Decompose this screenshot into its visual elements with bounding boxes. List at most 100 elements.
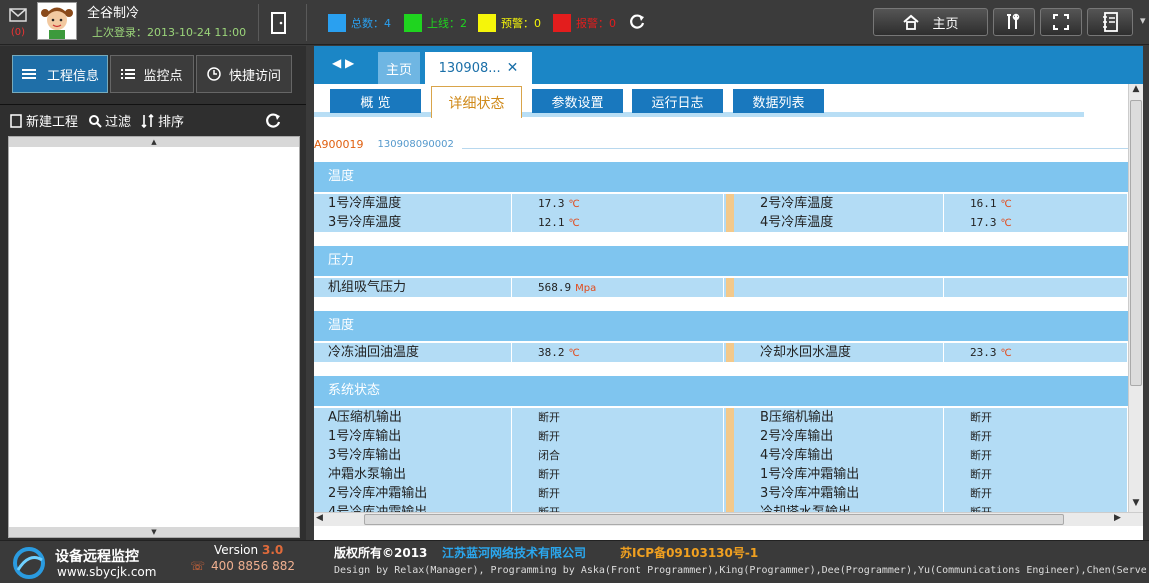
tab-run-log[interactable]: 运行日志 bbox=[632, 89, 723, 113]
item-name: 3号冷库温度 bbox=[314, 213, 512, 232]
tree-refresh-button[interactable] bbox=[264, 112, 282, 130]
item-value-text: 闭合 bbox=[538, 449, 560, 462]
status-row: 冲霜水泵输出 断开 1号冷库冲霜输出 断开 bbox=[314, 465, 1128, 484]
main-tab-bar: ◀ ▶ 主页 130908... ✕ bbox=[314, 46, 1143, 84]
scroll-down-icon[interactable]: ▼ bbox=[1129, 498, 1143, 512]
item-value-text: 断开 bbox=[970, 468, 992, 481]
item-value-text: 568.9 bbox=[538, 281, 572, 294]
item-value: 断开 bbox=[944, 446, 1128, 465]
logout-button[interactable] bbox=[270, 12, 290, 34]
item-value-text: 断开 bbox=[538, 411, 560, 424]
mail-button[interactable]: (0) bbox=[6, 8, 30, 42]
search-icon bbox=[89, 114, 102, 128]
item-unit: ℃ bbox=[1000, 199, 1012, 210]
status-row: 1号冷库输出 断开 2号冷库输出 断开 bbox=[314, 427, 1128, 446]
tab-home[interactable]: 主页 bbox=[378, 52, 420, 84]
notebook-button[interactable] bbox=[1087, 8, 1133, 36]
exit-door-icon bbox=[271, 12, 286, 34]
stat-alarm: 报警：0 bbox=[553, 14, 616, 32]
tab-project-info[interactable]: 工程信息 bbox=[12, 55, 108, 93]
tab-device[interactable]: 130908... ✕ bbox=[425, 52, 532, 84]
item-name-text: B压缩机输出 bbox=[760, 410, 834, 425]
item-value-text: 断开 bbox=[970, 430, 992, 443]
status-row: 1号冷库温度 17.3 ℃ 2号冷库温度 16.1 ℃ bbox=[314, 194, 1128, 213]
item-value: 12.1 ℃ bbox=[512, 213, 724, 232]
avatar[interactable] bbox=[37, 2, 77, 40]
item-name: 冷冻油回油温度 bbox=[314, 343, 512, 362]
horizontal-scrollbar[interactable]: ◀ ▶ bbox=[314, 512, 1143, 526]
refresh-button[interactable] bbox=[628, 13, 646, 35]
stat-swatch bbox=[478, 14, 496, 32]
stat-alarm-label: 报警：0 bbox=[576, 17, 616, 30]
row-separator bbox=[726, 427, 734, 446]
scroll-thumb[interactable] bbox=[1130, 100, 1142, 386]
item-name-text: 机组吸气压力 bbox=[328, 280, 407, 295]
last-login-time: 2013-10-24 11:00 bbox=[147, 26, 247, 39]
vertical-scrollbar[interactable]: ▲ ▼ bbox=[1128, 84, 1143, 512]
tools-button[interactable] bbox=[993, 8, 1035, 36]
item-name-text: 冷却水回水温度 bbox=[760, 345, 852, 360]
scroll-right-icon[interactable]: ▶ bbox=[1114, 513, 1121, 523]
more-indicator-icon[interactable]: ▾ bbox=[1140, 14, 1146, 27]
item-value-text: 断开 bbox=[538, 468, 560, 481]
item-value-text: 断开 bbox=[970, 411, 992, 424]
item-unit: ℃ bbox=[1000, 348, 1012, 359]
item-name: 4号冷库输出 bbox=[734, 446, 944, 465]
project-tree[interactable]: ▲ ▼ bbox=[8, 136, 300, 538]
h-scroll-thumb[interactable] bbox=[364, 514, 1064, 525]
footer: 设备远程监控 www.sbycjk.com Version 3.0 ☏ 400 … bbox=[0, 540, 1149, 583]
tree-scroll-down-icon[interactable]: ▼ bbox=[9, 527, 299, 537]
filter-button[interactable]: 过滤 bbox=[88, 111, 131, 130]
tab-label: 工程信息 bbox=[46, 68, 99, 84]
scroll-left-icon[interactable]: ◀ bbox=[316, 513, 323, 523]
scroll-up-icon[interactable]: ▲ bbox=[1129, 84, 1143, 98]
item-name-text: A压缩机输出 bbox=[328, 410, 402, 425]
item-name: 机组吸气压力 bbox=[314, 278, 512, 297]
stat-warning: 预警：0 bbox=[478, 14, 541, 32]
brand-url[interactable]: www.sbycjk.com bbox=[57, 565, 156, 579]
item-value-text: 17.3 bbox=[970, 216, 997, 229]
tab-monitor-points[interactable]: 监控点 bbox=[110, 55, 194, 93]
fullscreen-icon bbox=[1053, 14, 1069, 30]
tree-scroll-up-icon[interactable]: ▲ bbox=[9, 137, 299, 147]
tab-label: 详细状态 bbox=[448, 95, 505, 112]
tab-parameter-settings[interactable]: 参数设置 bbox=[532, 89, 623, 113]
item-value: 断开 bbox=[944, 427, 1128, 446]
item-name-text: 1号冷库温度 bbox=[328, 196, 402, 211]
status-row: 4号冷库冲霜输出 断开 冷却塔水泵输出 断开 bbox=[314, 503, 1128, 512]
app-window: (0) 全谷制冷 上次登录：2013-10-24 11:00 总数：4 上线：2… bbox=[0, 0, 1149, 583]
row-separator bbox=[726, 503, 734, 512]
status-row: 3号冷库温度 12.1 ℃ 4号冷库温度 17.3 ℃ bbox=[314, 213, 1128, 232]
tab-detail-status[interactable]: 详细状态 bbox=[431, 86, 522, 118]
home-icon bbox=[903, 14, 920, 30]
home-button[interactable]: 主页 bbox=[873, 8, 988, 36]
item-name-text: 1号冷库冲霜输出 bbox=[760, 467, 860, 482]
stat-warning-label: 预警：0 bbox=[501, 17, 541, 30]
item-value: 17.3 ℃ bbox=[944, 213, 1128, 232]
phone-icon: ☏ bbox=[190, 559, 206, 573]
row-separator bbox=[726, 213, 734, 232]
home-label: 主页 bbox=[932, 16, 959, 32]
last-login-label: 上次登录： bbox=[92, 26, 147, 39]
close-icon[interactable]: ✕ bbox=[507, 60, 519, 76]
item-name-text: 2号冷库冲霜输出 bbox=[328, 486, 428, 501]
item-value: 断开 bbox=[512, 408, 724, 427]
tab-data-list[interactable]: 数据列表 bbox=[733, 89, 824, 113]
tab-scroll-arrows-icon[interactable]: ◀ ▶ bbox=[332, 56, 354, 70]
item-value bbox=[944, 278, 1128, 297]
item-value-text: 12.1 bbox=[538, 216, 565, 229]
item-name: 1号冷库温度 bbox=[314, 194, 512, 213]
tab-overview[interactable]: 概 览 bbox=[330, 89, 421, 113]
item-value: 断开 bbox=[512, 484, 724, 503]
row-separator bbox=[726, 446, 734, 465]
tab-quick-access[interactable]: 快捷访问 bbox=[196, 55, 292, 93]
tab-label: 130908... bbox=[438, 60, 501, 76]
fullscreen-button[interactable] bbox=[1040, 8, 1082, 36]
new-project-label: 新建工程 bbox=[26, 115, 79, 130]
item-name-text: 冲霜水泵输出 bbox=[328, 467, 407, 482]
new-project-button[interactable]: 新建工程 bbox=[10, 111, 78, 130]
item-value: 16.1 ℃ bbox=[944, 194, 1128, 213]
refresh-icon bbox=[266, 112, 281, 128]
item-value: 断开 bbox=[944, 484, 1128, 503]
sort-button[interactable]: 排序 bbox=[141, 111, 184, 130]
